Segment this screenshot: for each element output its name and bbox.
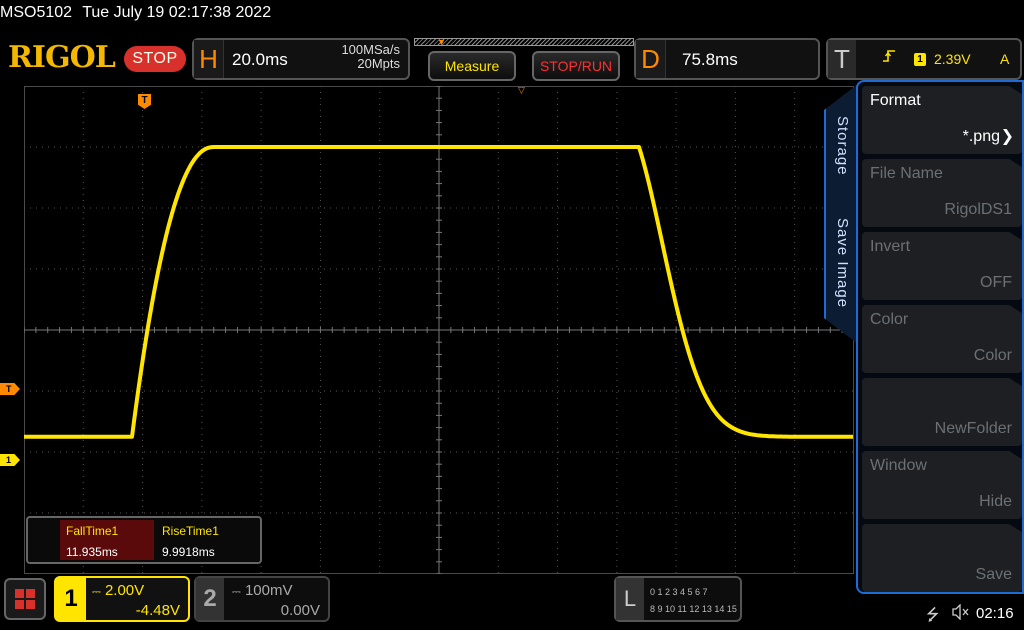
menu-item-label: Window (870, 457, 927, 474)
measurement-value: 11.935ms (66, 545, 118, 559)
logic-channels-row-2: 8 9 10 11 12 13 14 15 (650, 604, 737, 614)
storage-side-menu: Format *.png ❯ File Name RigolDS1 Invert… (856, 80, 1024, 594)
menu-item-save[interactable]: Save (862, 524, 1022, 592)
logic-letter: L (616, 578, 644, 620)
usb-icon: ⭍ (926, 607, 940, 624)
horizontal-settings[interactable]: H 20.0ms 100MSa/s 20Mpts (192, 38, 410, 80)
memory-depth: 20Mpts (357, 56, 400, 71)
menu-title-save-image: Save Image (834, 218, 851, 309)
horizontal-center-marker-icon: ▽ (518, 85, 525, 95)
channel-2-scale: ⎓ 100mV (232, 582, 293, 599)
trigger-coupling: A (1000, 51, 1010, 67)
rigol-logo: RIGOL (8, 40, 116, 75)
menu-item-value: Hide (979, 493, 1012, 510)
measurement-name: RiseTime1 (162, 524, 219, 538)
trigger-source-badge: 1 (914, 53, 926, 66)
menu-item-label: Format (870, 92, 921, 109)
menu-item-value: *.png (962, 128, 1000, 145)
rising-edge-icon (882, 49, 896, 66)
menu-item-new-folder[interactable]: NewFolder (862, 378, 1022, 446)
trigger-letter: T (828, 40, 856, 78)
trigger-level-marker[interactable]: T (0, 383, 20, 395)
channel-1-number: 1 (56, 578, 86, 620)
channel-1-offset: -4.48V (135, 602, 180, 619)
delay-settings[interactable]: D 75.8ms (634, 38, 820, 80)
measurement-rise-time: RiseTime1 9.9918ms (156, 520, 250, 560)
sample-rate: 100MSa/s (341, 42, 400, 57)
channel-2-settings[interactable]: 2 ⎓ 100mV 0.00V (194, 576, 330, 622)
chevron-right-icon: ❯ (1000, 128, 1014, 145)
speaker-muted-icon[interactable] (952, 603, 970, 624)
menu-item-value: Save (975, 566, 1012, 583)
menu-item-file-name[interactable]: File Name RigolDS1 (862, 159, 1022, 227)
menu-item-value: NewFolder (934, 420, 1012, 437)
delay-value: 75.8ms (682, 50, 738, 69)
clock-time: 02:16 (976, 605, 1014, 622)
ch1-offset-marker[interactable]: 1 (0, 454, 20, 466)
menu-title-tab: Storage Save Image (824, 84, 858, 344)
dc-coupling-icon: ⎓ (232, 586, 241, 598)
menu-item-label: File Name (870, 165, 943, 182)
timebase-value: 20.0ms (232, 50, 288, 69)
logic-channels-row-1: 0 1 2 3 4 5 6 7 (650, 587, 708, 597)
model-name: MSO5102 (0, 4, 73, 21)
home-menu-button[interactable] (4, 578, 46, 620)
datetime-text: Tue July 19 02:17:38 2022 (82, 4, 272, 21)
menu-title-storage: Storage (834, 116, 851, 176)
delay-letter: D (636, 40, 666, 78)
channel-1-scale: ⎓ 2.00V (92, 582, 145, 599)
trigger-level: 2.39V (934, 51, 971, 67)
measurement-fall-time: FallTime1 11.935ms (60, 520, 154, 560)
waveform-grid (24, 86, 854, 574)
menu-item-value: OFF (980, 274, 1012, 291)
horizontal-letter: H (194, 40, 224, 78)
waveform-display[interactable] (24, 86, 854, 574)
menu-item-value: Color (973, 347, 1012, 364)
menu-item-invert[interactable]: Invert OFF (862, 232, 1022, 300)
channel-1-settings[interactable]: 1 ⎓ 2.00V -4.48V (54, 576, 190, 622)
menu-item-format[interactable]: Format *.png ❯ (862, 86, 1022, 154)
memory-position-strip (414, 38, 634, 46)
menu-item-label: Invert (870, 238, 911, 255)
measurement-value: 9.9918ms (162, 545, 215, 559)
menu-item-value: RigolDS1 (944, 201, 1012, 218)
menu-item-color[interactable]: Color Color (862, 305, 1022, 373)
measurement-panel[interactable]: FallTime1 11.935ms RiseTime1 9.9918ms (26, 516, 262, 564)
dc-coupling-icon: ⎓ (92, 586, 101, 598)
stop-run-button[interactable]: STOP/RUN (532, 51, 620, 81)
menu-item-label: Color (870, 311, 909, 328)
measure-button[interactable]: Measure (428, 51, 516, 81)
measurement-name: FallTime1 (66, 524, 119, 538)
logic-analyzer-settings[interactable]: L 0 1 2 3 4 5 6 7 8 9 10 11 12 13 14 15 (614, 576, 742, 622)
menu-item-window[interactable]: Window Hide (862, 451, 1022, 519)
channel-2-number: 2 (196, 578, 224, 620)
sample-rate-info: 100MSa/s 20Mpts (341, 43, 400, 71)
channel-2-offset: 0.00V (280, 602, 320, 619)
run-state-badge[interactable]: STOP (124, 46, 186, 72)
grid-icon (15, 589, 35, 609)
trigger-settings[interactable]: T 1 2.39V A (826, 38, 1022, 80)
memory-position-marker-icon: ▼ (437, 37, 446, 47)
model-datetime-line: MSO5102 Tue July 19 02:17:38 2022 (0, 4, 277, 22)
